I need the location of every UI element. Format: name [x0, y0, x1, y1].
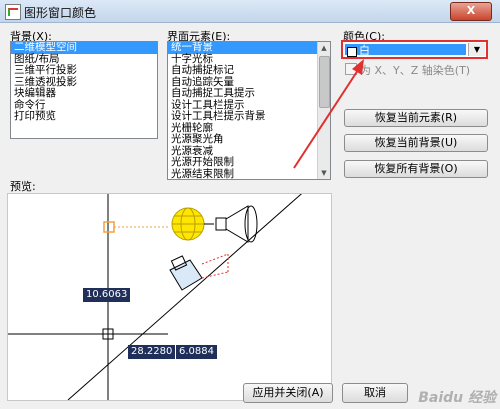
cancel-button[interactable]: 取消	[342, 383, 408, 403]
window-title: 图形窗口颜色	[24, 6, 97, 20]
restore-element-button[interactable]: 恢复当前元素(R)	[344, 109, 488, 127]
app-icon	[5, 4, 21, 20]
watermark: Baidu 经验	[418, 390, 496, 406]
preview-label: 预览:	[10, 180, 36, 193]
coordinate-tooltip-1: 10.6063	[83, 288, 131, 302]
apply-close-button[interactable]: 应用并关闭(A)	[243, 383, 333, 403]
preview-pane: 10.6063 28.2280 6.0884	[7, 193, 332, 401]
restore-all-button[interactable]: 恢复所有背景(O)	[344, 160, 488, 178]
title-bar: 图形窗口颜色 X	[0, 0, 500, 23]
interface-element-list-item[interactable]: 统一背景	[168, 42, 330, 54]
context-list-item[interactable]: 打印预览	[11, 110, 157, 123]
context-list-item[interactable]: 三维平行投影	[11, 64, 157, 77]
chevron-down-icon[interactable]: ▼	[468, 43, 485, 56]
context-list-item[interactable]: 二维模型空间	[11, 42, 157, 54]
close-button[interactable]: X	[450, 2, 492, 21]
restore-context-button[interactable]: 恢复当前背景(U)	[344, 134, 488, 152]
coordinate-tooltip-3: 6.0884	[176, 345, 217, 359]
coordinate-tooltip-2: 28.2280	[128, 345, 176, 359]
context-list-item[interactable]: 块编辑器	[11, 87, 157, 100]
dialog-body: 背景(X): 二维模型空间 图纸/布局 三维平行投影 三维透视投影 块编辑器 命令行 打印预…	[0, 23, 500, 409]
context-listbox[interactable]: 二维模型空间 图纸/布局 三维平行投影 三维透视投影 块编辑器 命令行 打印预览	[10, 41, 158, 139]
preview-drawing	[8, 194, 302, 400]
